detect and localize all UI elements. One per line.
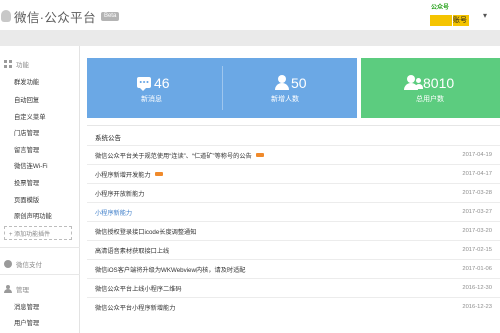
account-menu[interactable]: 公众号 账号 ▾ — [430, 4, 492, 26]
top-bar: 微信·公众平台 Beta 公众号 账号 ▾ — [0, 0, 500, 30]
notice-date: 2016-12-23 — [462, 304, 492, 310]
notice-row[interactable]: 小程序新能力 2017-03-27 — [87, 202, 500, 221]
sidebar-item-mass-send[interactable]: 群发功能 — [14, 77, 39, 86]
notice-title-link[interactable]: 微信公众平台上线小程序二维码 — [95, 284, 182, 293]
sidebar-section-features: 功能 — [4, 59, 29, 69]
chevron-down-icon[interactable]: ▾ — [478, 6, 492, 24]
notice-title-link[interactable]: 微信授权登录接口icode长度调整通知 — [95, 227, 196, 236]
notice-date: 2017-02-15 — [462, 247, 492, 253]
notice-date: 2017-03-27 — [462, 209, 492, 215]
stat-total-users[interactable]: 8010 总用户数 — [361, 58, 500, 118]
sidebar-item-custom-menu[interactable]: 自定义菜单 — [14, 112, 45, 121]
stat-new-messages[interactable]: 46 新消息 — [87, 58, 222, 118]
notice-title-link[interactable]: 小程序开放新能力 — [95, 189, 145, 198]
stat-label: 新增人数 — [271, 96, 299, 103]
notice-date: 2017-03-20 — [462, 228, 492, 234]
notice-date: 2017-04-17 — [462, 171, 492, 177]
notice-title-link[interactable]: 微信公众平台关于规范使用“连读”、“仁道矿”等称号的公告 — [95, 151, 264, 160]
stat-value: 50 — [291, 75, 307, 91]
sidebar-item-original[interactable]: 原创声明功能 — [14, 211, 52, 220]
system-notices: 系统公告 微信公众平台关于规范使用“连读”、“仁道矿”等称号的公告 2017-04… — [87, 125, 500, 333]
sidebar-item-messages[interactable]: 消息管理 — [14, 302, 39, 311]
sidebar-section-manage: 管理 — [4, 284, 29, 294]
notices-list: 微信公众平台关于规范使用“连读”、“仁道矿”等称号的公告 2017-04-19 小程… — [87, 145, 500, 316]
sidebar-item-store[interactable]: 门店管理 — [14, 128, 39, 137]
logo[interactable]: 微信·公众平台 Beta — [0, 5, 120, 27]
notice-row[interactable]: 小程序新增开发能力 2017-04-17 — [87, 164, 500, 183]
notice-row[interactable]: 高清语音素材获取接口上线 2017-02-15 — [87, 240, 500, 259]
users-icon — [404, 75, 423, 90]
user-icon — [275, 75, 289, 90]
sidebar: 功能 群发功能 自动回复 自定义菜单 门店管理 留言管理 微信连Wi-Fi 投票… — [0, 46, 80, 333]
sidebar-item-auto-reply[interactable]: 自动回复 — [14, 95, 39, 104]
notice-date: 2016-12-30 — [462, 285, 492, 291]
sidebar-section-wechat-pay[interactable]: 微信支付 — [4, 259, 42, 269]
sidebar-item-wifi[interactable]: 微信连Wi-Fi — [14, 161, 48, 170]
notice-title-link[interactable]: 微信公众平台小程序新增能力 — [95, 303, 175, 312]
sidebar-item-comments[interactable]: 留言管理 — [14, 145, 39, 154]
stats-panel-primary: 46 新消息 50 新增人数 — [87, 58, 357, 118]
beta-badge: Beta — [100, 11, 120, 21]
notice-title-link[interactable]: 微信iOS客户端将升级为WKWebview内核，请及时适配 — [95, 265, 245, 274]
sidebar-item-users[interactable]: 用户管理 — [14, 318, 39, 327]
notice-row[interactable]: 微信公众平台小程序新增能力 2016-12-23 — [87, 297, 500, 316]
stat-new-followers[interactable]: 50 新增人数 — [223, 58, 357, 118]
message-icon — [137, 77, 151, 91]
notice-date: 2017-01-06 — [462, 266, 492, 272]
account-avatar[interactable]: 公众号 — [430, 4, 452, 26]
stat-label: 总用户数 — [416, 96, 444, 103]
new-badge — [154, 172, 163, 176]
notice-row[interactable]: 微信公众平台关于规范使用“连读”、“仁道矿”等称号的公告 2017-04-19 — [87, 145, 500, 164]
stat-value: 46 — [154, 75, 170, 91]
notice-row[interactable]: 微信iOS客户端将升级为WKWebview内核，请及时适配 2017-01-06 — [87, 259, 500, 278]
stat-label: 新消息 — [141, 96, 162, 103]
user-icon — [4, 285, 12, 293]
new-badge — [255, 153, 264, 157]
notice-row[interactable]: 微信公众平台上线小程序二维码 2016-12-30 — [87, 278, 500, 297]
notices-title: 系统公告 — [95, 135, 121, 142]
stat-value: 8010 — [423, 75, 455, 91]
notice-date: 2017-03-28 — [462, 190, 492, 196]
notice-title-link[interactable]: 高清语音素材获取接口上线 — [95, 246, 169, 255]
avatar-text: 公众号 — [431, 5, 450, 11]
grid-icon — [4, 60, 12, 68]
notice-row[interactable]: 微信授权登录接口icode长度调整通知 2017-03-20 — [87, 221, 500, 240]
brand-title: 微信·公众平台 — [14, 10, 96, 25]
notice-row[interactable]: 小程序开放新能力 2017-03-28 — [87, 183, 500, 202]
notice-date: 2017-04-19 — [462, 152, 492, 158]
notice-title-link[interactable]: 小程序新增开发能力 — [95, 170, 163, 179]
wechat-logo-icon — [1, 10, 11, 22]
sidebar-item-votes[interactable]: 投票管理 — [14, 178, 39, 187]
header-divider-band — [0, 30, 500, 46]
notice-title-link[interactable]: 小程序新能力 — [95, 208, 132, 217]
sidebar-item-templates[interactable]: 页面模版 — [14, 195, 39, 204]
account-name[interactable]: 账号 — [453, 15, 469, 26]
add-plugin-button[interactable]: + 添加功能插件 — [4, 226, 72, 240]
wechat-pay-icon — [4, 260, 12, 268]
